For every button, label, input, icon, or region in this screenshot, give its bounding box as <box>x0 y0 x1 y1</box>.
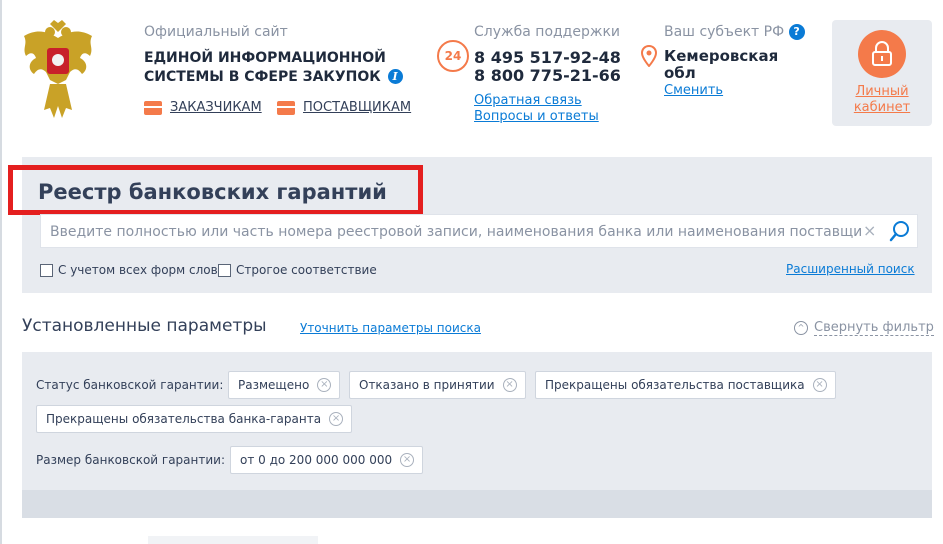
size-filter-label: Размер банковской гарантии: <box>36 453 226 467</box>
filter-chip-label: Прекращены обязательства поставщика <box>545 378 805 392</box>
filter-chip: Отказано в принятии × <box>349 371 526 399</box>
site-title: ЕДИНОЙ ИНФОРМАЦИОННОЙ СИСТЕМЫ В СФЕРЕ ЗА… <box>144 49 403 87</box>
clear-icon[interactable]: × <box>863 221 876 240</box>
russian-emblem-icon <box>24 20 92 118</box>
remove-chip-icon[interactable]: × <box>400 453 415 467</box>
feedback-link[interactable]: Обратная связь <box>474 93 582 108</box>
search-input[interactable] <box>50 221 862 243</box>
filter-panel-footer <box>22 490 932 518</box>
remove-chip-icon[interactable]: × <box>502 378 517 392</box>
nav-customers-label: ЗАКАЗЧИКАМ <box>170 100 262 115</box>
site-title-line2: СИСТЕМЫ В СФЕРЕ ЗАКУПОК i <box>144 68 403 87</box>
remove-chip-icon[interactable]: × <box>812 378 827 392</box>
chevron-up-icon: ^ <box>794 321 808 335</box>
region-change-link[interactable]: Сменить <box>664 83 723 98</box>
filter-chip-label: от 0 до 200 000 000 000 <box>240 453 393 467</box>
location-pin-icon <box>641 45 657 67</box>
all-forms-label: С учетом всех форм слов <box>58 263 218 277</box>
faq-link[interactable]: Вопросы и ответы <box>474 109 599 124</box>
briefcase-icon <box>144 100 162 115</box>
remove-chip-icon[interactable]: × <box>317 378 332 392</box>
bottom-tab[interactable] <box>148 536 318 544</box>
remove-chip-icon[interactable]: × <box>329 412 344 426</box>
personal-cabinet-label: Личный кабинет <box>853 84 911 115</box>
nav-suppliers-link[interactable]: ПОСТАВЩИКАМ <box>277 100 411 115</box>
strict-match-label: Строгое соответствие <box>236 263 377 277</box>
search-icon[interactable] <box>889 220 911 242</box>
all-forms-checkbox[interactable]: С учетом всех форм слов <box>40 263 218 277</box>
box-icon <box>277 100 295 115</box>
checkbox-icon <box>218 263 231 277</box>
personal-cabinet-button[interactable]: Личный кабинет <box>832 20 932 126</box>
advanced-search-link[interactable]: Расширенный поиск <box>786 262 915 276</box>
support-phone-1: 8 495 517-92-48 <box>474 48 621 67</box>
lock-icon <box>858 30 906 78</box>
nav-customers-link[interactable]: ЗАКАЗЧИКАМ <box>144 100 262 115</box>
search-box: × <box>40 214 918 248</box>
help-icon[interactable]: ? <box>788 24 805 40</box>
filter-chip: Размещено × <box>228 371 341 399</box>
filter-chip: от 0 до 200 000 000 000 × <box>230 446 424 474</box>
site-title-line1: ЕДИНОЙ ИНФОРМАЦИОННОЙ <box>144 50 386 66</box>
filter-chip: Прекращены обязательства банка-гаранта × <box>36 405 353 433</box>
refine-search-link[interactable]: Уточнить параметры поиска <box>300 321 481 335</box>
params-title: Установленные параметры <box>22 316 267 336</box>
filter-chip-label: Прекращены обязательства банка-гаранта <box>46 412 322 426</box>
site-title-line2-text: СИСТЕМЫ В СФЕРЕ ЗАКУПОК <box>144 69 381 85</box>
site-subtitle: Официальный сайт <box>144 24 288 40</box>
left-edge-divider <box>0 0 2 544</box>
support-24-icon: 24 <box>437 40 469 72</box>
collapse-filter-label: Свернуть фильтр <box>814 320 934 336</box>
filter-chip-label: Отказано в принятии <box>359 378 495 392</box>
collapse-filter-button[interactable]: ^ Свернуть фильтр <box>794 320 934 336</box>
status-filter-label: Статус банковской гарантии: <box>36 378 224 392</box>
region-label-text: Ваш субъект РФ <box>664 24 785 40</box>
region-name: Кемеровская обл <box>664 47 779 82</box>
support-label: Служба поддержки <box>474 24 621 40</box>
filter-chip: Прекращены обязательства поставщика × <box>535 371 836 399</box>
highlight-box <box>8 165 423 215</box>
checkbox-icon <box>40 263 53 277</box>
support-phone-2: 8 800 775-21-66 <box>474 66 621 85</box>
filter-chip-label: Размещено <box>238 378 310 392</box>
info-icon[interactable]: i <box>387 69 403 84</box>
strict-match-checkbox[interactable]: Строгое соответствие <box>218 263 377 277</box>
region-label: Ваш субъект РФ ? <box>664 24 805 40</box>
nav-suppliers-label: ПОСТАВЩИКАМ <box>303 100 412 115</box>
